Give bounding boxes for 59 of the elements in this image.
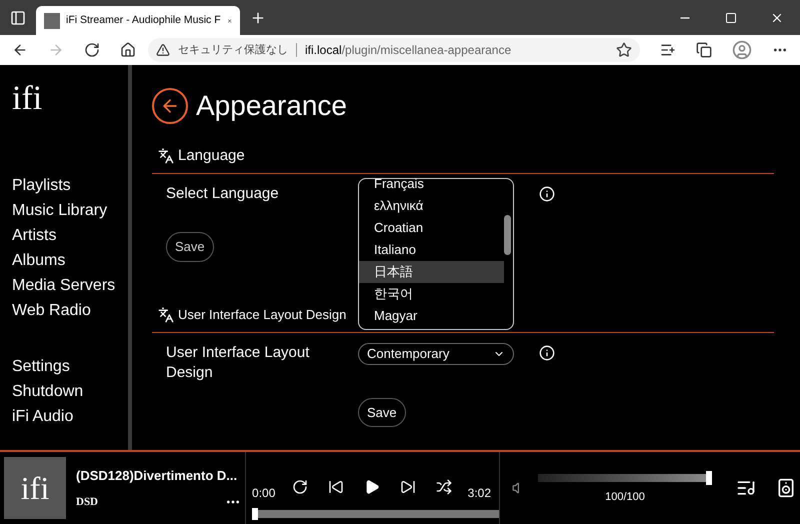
duration-time: 3:02 (468, 485, 491, 502)
address-bar[interactable]: セキュリティ保護なし ifi.local/plugin/miscellanea-appearance (148, 38, 640, 62)
format-label: DSD (76, 494, 98, 510)
shuffle-icon[interactable] (436, 479, 452, 495)
previous-icon[interactable] (328, 479, 344, 495)
track-title: (DSD128)Divertimento D... (76, 467, 238, 485)
language-option[interactable]: Croatian (359, 217, 504, 239)
favorites-icon[interactable] (660, 42, 676, 58)
home-icon[interactable] (120, 42, 136, 58)
favorite-icon[interactable] (616, 42, 632, 58)
security-label: セキュリティ保護なし (178, 42, 288, 58)
repeat-icon[interactable] (292, 479, 308, 495)
sidebar-item[interactable]: Albums (12, 248, 128, 273)
new-tab-icon[interactable] (250, 10, 266, 26)
save-button[interactable]: Save (358, 398, 406, 427)
progress-thumb[interactable] (252, 508, 258, 520)
language-option[interactable]: Magyar (359, 305, 504, 327)
warning-icon (156, 43, 170, 57)
sidebar-item[interactable]: Shutdown (12, 379, 128, 404)
back-icon[interactable] (12, 42, 28, 58)
section-heading: User Interface Layout Design (178, 306, 346, 324)
profile-icon[interactable] (732, 40, 752, 60)
field-label: User Interface Layout Design (166, 342, 310, 382)
sidebar-item[interactable]: Web Radio (12, 298, 128, 323)
language-option[interactable]: Italiano (359, 239, 504, 261)
reload-icon[interactable] (84, 42, 100, 58)
sidebar-item[interactable]: Artists (12, 223, 128, 248)
speaker-icon[interactable] (776, 478, 796, 498)
tab-actions-icon[interactable] (10, 10, 26, 26)
info-icon[interactable] (539, 344, 555, 360)
layout-select[interactable]: Contemporary (358, 342, 514, 364)
language-option[interactable]: 日本語 (359, 261, 504, 283)
url-text: ifi.local/plugin/miscellanea-appearance (305, 42, 512, 59)
maximize-icon[interactable] (725, 12, 737, 24)
sidebar-item[interactable]: Playlists (12, 173, 128, 198)
volume-thumb[interactable] (706, 470, 712, 485)
sidebar-item[interactable]: iFi Audio (12, 404, 128, 429)
info-icon[interactable] (539, 186, 555, 202)
play-icon[interactable] (364, 479, 380, 495)
scrollbar[interactable] (504, 215, 511, 255)
sidebar-item[interactable]: Music Library (12, 198, 128, 223)
sidebar-item[interactable]: Media Servers (12, 273, 128, 298)
volume-reading: 100/100 (605, 490, 645, 505)
save-button[interactable]: Save (166, 232, 214, 262)
language-option[interactable]: 한국어 (359, 283, 504, 305)
album-logo: ifi (20, 469, 50, 508)
collections-icon[interactable] (696, 42, 712, 58)
elapsed-time: 0:00 (252, 485, 276, 502)
translate-icon (158, 306, 174, 322)
translate-icon (158, 148, 174, 164)
section-heading: Language (178, 146, 245, 166)
language-option[interactable]: ελληνικά (359, 195, 504, 217)
favicon-icon (44, 12, 60, 28)
back-button[interactable] (152, 88, 188, 124)
logo: ifi (12, 79, 44, 119)
next-icon[interactable] (400, 479, 416, 495)
field-label: Select Language (166, 184, 280, 204)
page-title: Appearance (196, 89, 348, 123)
sidebar-item[interactable]: Settings (12, 354, 128, 379)
